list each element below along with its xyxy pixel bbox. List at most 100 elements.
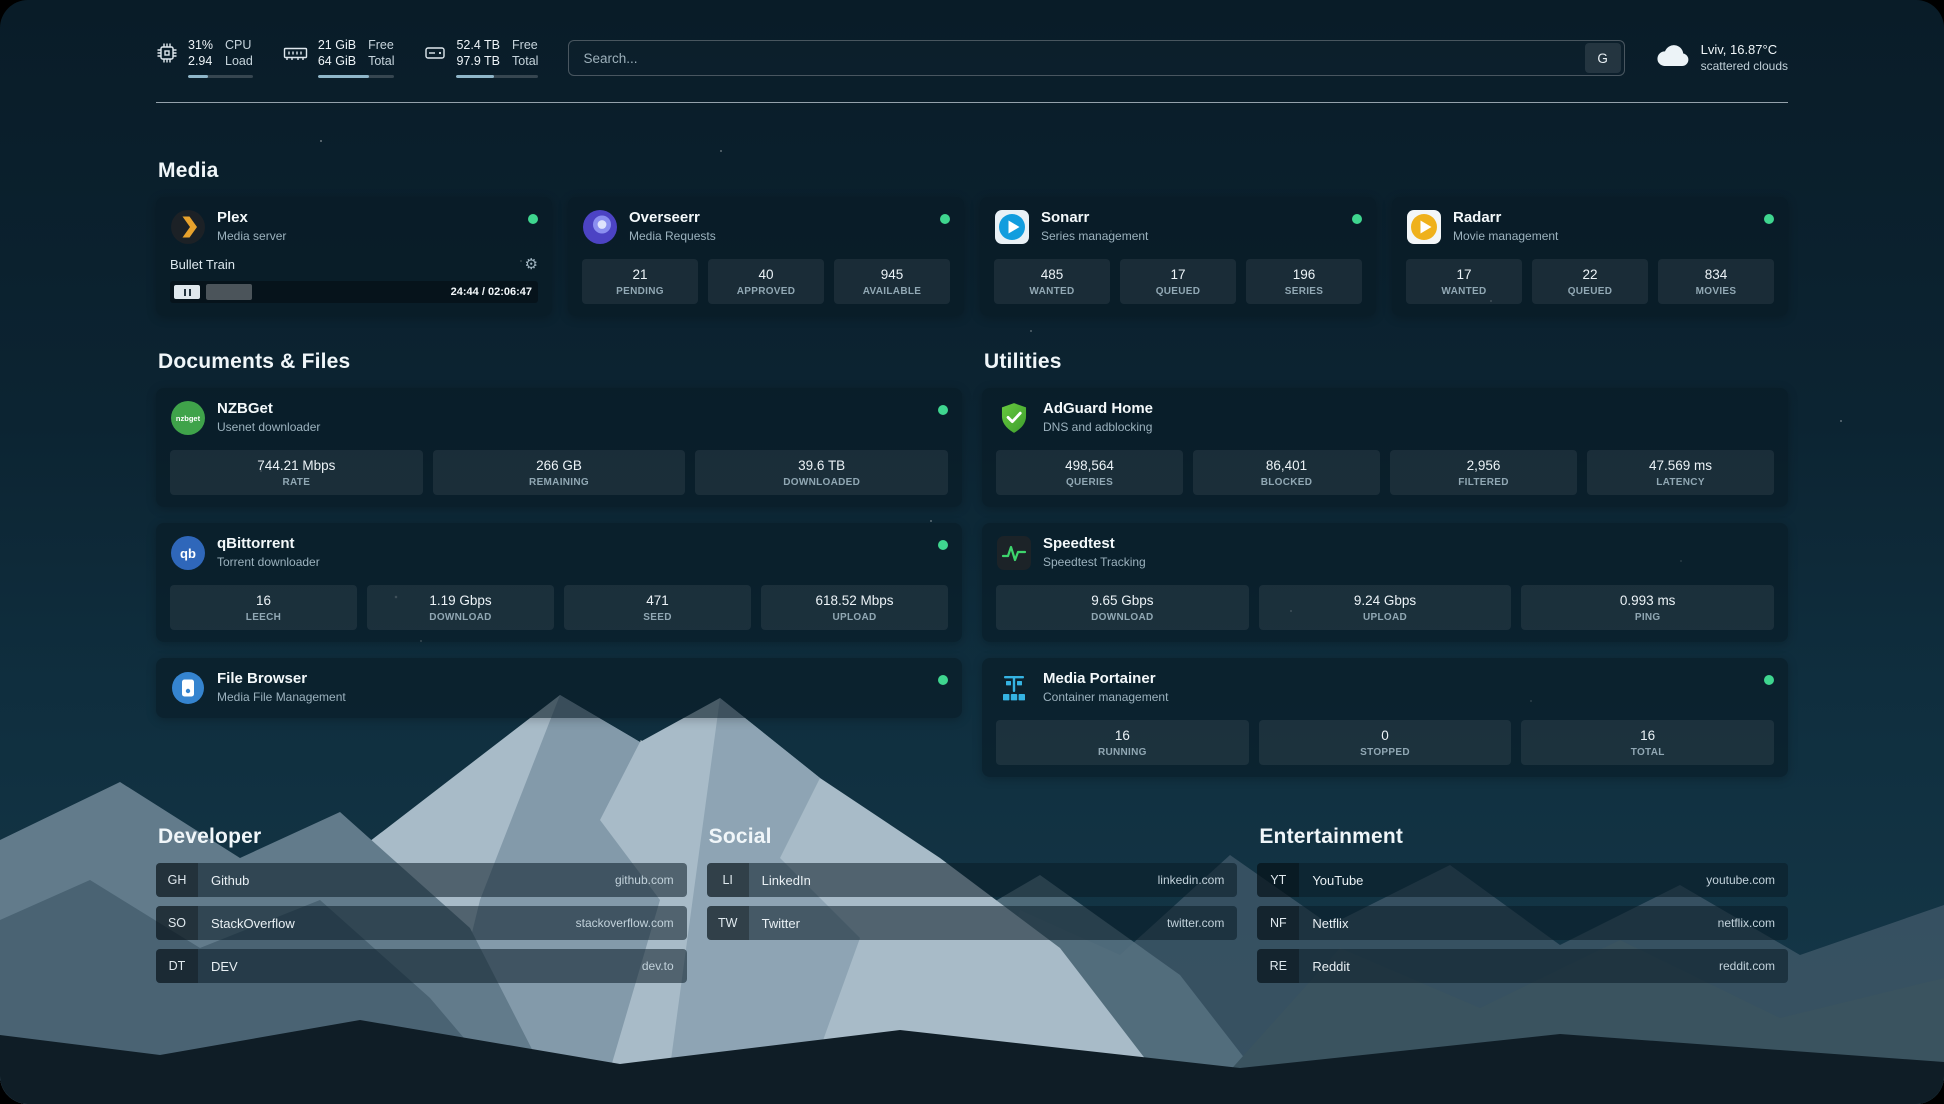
- search-provider-button[interactable]: G: [1585, 43, 1621, 73]
- nzbget-icon-text: nzbget: [176, 414, 201, 423]
- radarr-icon: [1406, 209, 1442, 245]
- cpu-label: CPU: [225, 38, 253, 54]
- portainer-card[interactable]: Media Portainer Container management 16 …: [982, 658, 1788, 777]
- bookmark-abbr: SO: [156, 906, 198, 940]
- utilities-section-title: Utilities: [984, 350, 1788, 374]
- cpu-usage-fill: [188, 75, 208, 78]
- disk-total-value: 97.9 TB: [456, 54, 500, 70]
- memory-total-value: 64 GiB: [318, 54, 356, 70]
- stat-box: 834 MOVIES: [1658, 259, 1774, 304]
- bookmark-twitter[interactable]: TW Twitter twitter.com: [707, 906, 1238, 940]
- stat-box: 9.65 Gbps DOWNLOAD: [996, 585, 1249, 630]
- cpu-widget: 31% 2.94 CPU Load: [156, 38, 253, 77]
- dashboard-screen: 31% 2.94 CPU Load: [0, 0, 1944, 1104]
- plex-player-bar: 24:44 / 02:06:47: [170, 281, 538, 303]
- playback-progress-fill: [206, 284, 252, 300]
- portainer-icon: [996, 670, 1032, 706]
- service-description: Usenet downloader: [217, 420, 927, 434]
- service-name: Speedtest: [1043, 535, 1774, 552]
- search-input[interactable]: [569, 51, 1584, 66]
- nzbget-card[interactable]: nzbget NZBGet Usenet downloader 744.21 M…: [156, 388, 962, 507]
- bookmark-stackoverflow[interactable]: SO StackOverflow stackoverflow.com: [156, 906, 687, 940]
- cpu-usage-bar: [188, 75, 253, 78]
- bookmark-url: youtube.com: [1706, 873, 1775, 887]
- bookmark-url: stackoverflow.com: [576, 916, 674, 930]
- bookmark-reddit[interactable]: RE Reddit reddit.com: [1257, 949, 1788, 983]
- stat-value: 2,956: [1394, 458, 1573, 473]
- bookmark-url: twitter.com: [1167, 916, 1224, 930]
- social-section-title: Social: [709, 825, 1238, 849]
- stat-box: 16 RUNNING: [996, 720, 1249, 765]
- bookmark-linkedin[interactable]: LI LinkedIn linkedin.com: [707, 863, 1238, 897]
- radarr-card[interactable]: Radarr Movie management 17 WANTED 22 QUE…: [1392, 197, 1788, 316]
- plex-card[interactable]: Plex Media server Bullet Train ⚙: [156, 197, 552, 316]
- disk-widget: 52.4 TB 97.9 TB Free Total: [424, 38, 538, 77]
- stat-box: 0.993 ms PING: [1521, 585, 1774, 630]
- disk-free-label: Free: [512, 38, 538, 54]
- playback-time: 24:44 / 02:06:47: [451, 286, 534, 298]
- bookmark-youtube[interactable]: YT YouTube youtube.com: [1257, 863, 1788, 897]
- status-dot: [940, 214, 950, 224]
- service-description: DNS and adblocking: [1043, 420, 1774, 434]
- stat-label: RATE: [174, 477, 419, 488]
- middle-columns: Documents & Files nzbget NZBGet Usenet d: [156, 350, 1788, 777]
- stat-label: PENDING: [586, 286, 694, 297]
- playback-progress-bar[interactable]: [206, 284, 443, 300]
- stat-value: 17: [1410, 267, 1518, 282]
- service-description: Series management: [1041, 229, 1341, 243]
- service-description: Torrent downloader: [217, 555, 927, 569]
- adguard-card[interactable]: AdGuard Home DNS and adblocking 498,564 …: [982, 388, 1788, 507]
- search-bar: G: [568, 40, 1624, 76]
- stat-label: QUERIES: [1000, 477, 1179, 488]
- service-name: File Browser: [217, 670, 927, 687]
- topbar: 31% 2.94 CPU Load: [156, 34, 1788, 82]
- stat-box: 498,564 QUERIES: [996, 450, 1183, 495]
- stat-value: 196: [1250, 267, 1358, 282]
- cloud-icon: [1655, 42, 1691, 73]
- filebrowser-card[interactable]: File Browser Media File Management: [156, 658, 962, 718]
- stat-box: 744.21 Mbps RATE: [170, 450, 423, 495]
- memory-free-value: 21 GiB: [318, 38, 356, 54]
- qbittorrent-icon: qb: [170, 535, 206, 571]
- qbittorrent-card[interactable]: qb qBittorrent Torrent downloader 16 LEE…: [156, 523, 962, 642]
- stat-value: 945: [838, 267, 946, 282]
- sonarr-card[interactable]: Sonarr Series management 485 WANTED 17 Q…: [980, 197, 1376, 316]
- bookmark-dev[interactable]: DT DEV dev.to: [156, 949, 687, 983]
- bookmark-name: Netflix: [1312, 916, 1348, 931]
- stat-value: 9.24 Gbps: [1263, 593, 1508, 608]
- stat-label: TOTAL: [1525, 747, 1770, 758]
- stat-label: RUNNING: [1000, 747, 1245, 758]
- stat-value: 21: [586, 267, 694, 282]
- topbar-divider: [156, 102, 1788, 103]
- bookmark-github[interactable]: GH Github github.com: [156, 863, 687, 897]
- cpu-percent: 31%: [188, 38, 213, 54]
- service-name: AdGuard Home: [1043, 400, 1774, 417]
- stat-value: 86,401: [1197, 458, 1376, 473]
- pause-button[interactable]: [174, 285, 200, 299]
- stat-label: MOVIES: [1662, 286, 1770, 297]
- service-description: Media Requests: [629, 229, 929, 243]
- speedtest-card[interactable]: Speedtest Speedtest Tracking 9.65 Gbps D…: [982, 523, 1788, 642]
- stat-value: 1.19 Gbps: [371, 593, 550, 608]
- overseerr-card[interactable]: Overseerr Media Requests 21 PENDING 40 A…: [568, 197, 964, 316]
- stat-value: 485: [998, 267, 1106, 282]
- settings-gear-icon[interactable]: ⚙: [525, 257, 538, 272]
- stat-label: UPLOAD: [1263, 612, 1508, 623]
- filebrowser-icon: [170, 670, 206, 706]
- bookmark-netflix[interactable]: NF Netflix netflix.com: [1257, 906, 1788, 940]
- stat-value: 834: [1662, 267, 1770, 282]
- overseerr-icon: [582, 209, 618, 245]
- cpu-load-label: Load: [225, 54, 253, 70]
- stat-label: PING: [1525, 612, 1770, 623]
- stat-label: REMAINING: [437, 477, 682, 488]
- stat-box: 2,956 FILTERED: [1390, 450, 1577, 495]
- stat-label: STOPPED: [1263, 747, 1508, 758]
- service-name: Sonarr: [1041, 209, 1341, 226]
- stat-box: 17 WANTED: [1406, 259, 1522, 304]
- stat-label: APPROVED: [712, 286, 820, 297]
- snow-particles: [0, 0, 2, 2]
- stat-value: 618.52 Mbps: [765, 593, 944, 608]
- disk-total-label: Total: [512, 54, 538, 70]
- adguard-icon: [996, 400, 1032, 436]
- disk-usage-bar: [456, 75, 538, 78]
